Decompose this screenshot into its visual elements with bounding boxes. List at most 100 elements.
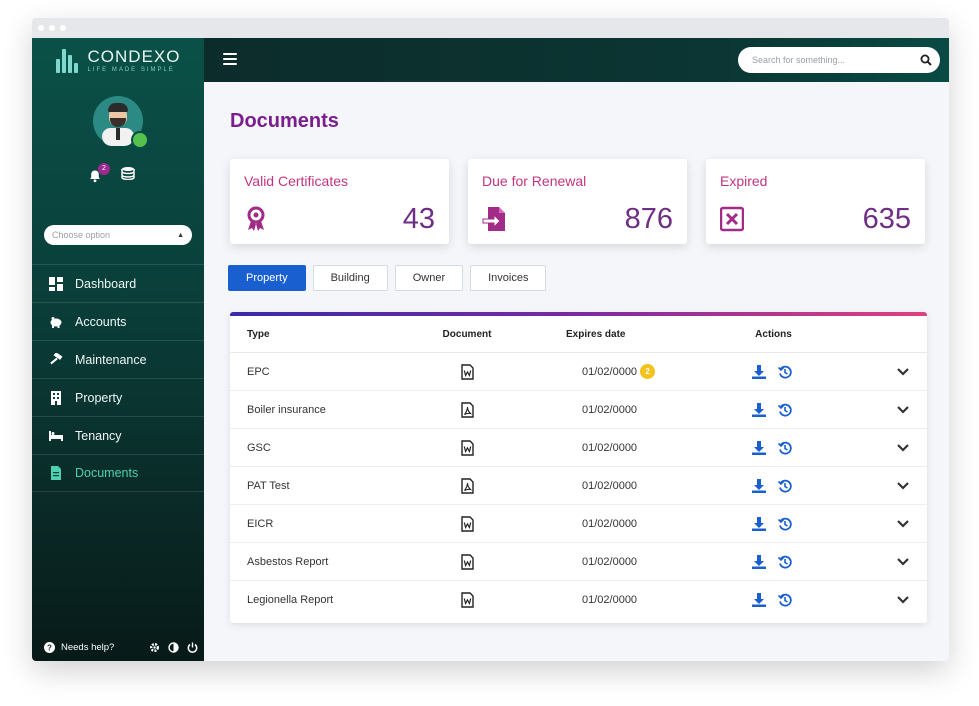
row-type: Asbestos Report — [247, 555, 329, 568]
sidebar-nav: Dashboard Accounts Maintenance Property … — [32, 264, 204, 492]
table-row[interactable]: EPC 01/02/0000 2 — [230, 353, 927, 391]
document-tabs: Property Building Owner Invoices — [228, 265, 547, 291]
table-row[interactable]: Legionella Report 01/02/0000 — [230, 581, 927, 619]
history-icon[interactable] — [778, 441, 792, 455]
history-icon[interactable] — [778, 365, 792, 379]
dashboard-icon — [49, 276, 63, 291]
chevron-down-icon[interactable] — [897, 519, 909, 528]
download-icon[interactable] — [752, 440, 766, 455]
download-icon[interactable] — [752, 516, 766, 531]
stat-card-expired[interactable]: Expired 635 — [706, 159, 925, 244]
topbar: Search for something... — [204, 38, 949, 82]
row-type: GSC — [247, 441, 271, 454]
word-file-icon[interactable] — [422, 592, 512, 608]
stat-card-value: 876 — [624, 203, 673, 235]
hammer-icon — [50, 352, 63, 364]
stat-card-valid-certificates[interactable]: Valid Certificates 43 — [230, 159, 449, 244]
tab-owner[interactable]: Owner — [394, 265, 464, 291]
header-expires-date: Expires date — [566, 328, 626, 340]
expires-date-text: 01/02/0000 — [582, 441, 638, 454]
download-icon[interactable] — [752, 402, 766, 417]
history-icon[interactable] — [778, 403, 792, 417]
sidebar-item-dashboard[interactable]: Dashboard — [32, 264, 204, 302]
hamburger-menu-icon[interactable] — [223, 53, 237, 65]
history-icon[interactable] — [778, 479, 792, 493]
notification-bell-icon[interactable]: 2 — [88, 162, 110, 183]
row-actions — [682, 478, 837, 493]
tab-building[interactable]: Building — [312, 265, 388, 291]
chevron-down-icon[interactable] — [897, 405, 909, 414]
sidebar-quick-icons: 2 — [88, 162, 136, 185]
window-dot — [49, 25, 55, 31]
chevron-down-icon[interactable] — [897, 367, 909, 376]
sidebar-item-property[interactable]: Property — [32, 378, 204, 416]
sidebar-item-tenancy[interactable]: Tenancy — [32, 416, 204, 454]
avatar[interactable] — [93, 96, 149, 149]
header-document: Document — [442, 328, 492, 340]
word-file-icon[interactable] — [422, 439, 512, 456]
power-icon[interactable] — [187, 642, 198, 653]
sidebar-item-label: Accounts — [75, 314, 127, 329]
logo-mark-icon — [55, 47, 82, 73]
word-file-icon[interactable] — [422, 553, 512, 570]
tab-invoices[interactable]: Invoices — [470, 265, 547, 291]
logo[interactable]: CONDEXO LIFE MADE SIMPLE — [32, 38, 204, 82]
brand-tagline: LIFE MADE SIMPLE — [87, 67, 175, 73]
chevron-down-icon[interactable] — [897, 443, 909, 452]
document-icon — [51, 466, 61, 480]
table-header: Type Document Expires date Actions — [230, 316, 927, 353]
history-icon[interactable] — [778, 593, 792, 607]
table-row[interactable]: PAT Test 01/02/0000 — [230, 467, 927, 505]
sidebar-item-label: Dashboard — [75, 276, 137, 291]
expires-date-text: 01/02/0000 — [582, 479, 638, 492]
gear-icon[interactable] — [149, 642, 160, 653]
row-type: Legionella Report — [247, 594, 334, 606]
tab-property[interactable]: Property — [228, 265, 306, 291]
download-icon[interactable] — [752, 554, 766, 569]
choose-option-select[interactable]: Choose option ▲ — [44, 225, 192, 245]
app: CONDEXO LIFE MADE SIMPLE 2 Choose option… — [32, 38, 949, 661]
brand-name: CONDEXO — [87, 47, 181, 66]
table-row[interactable]: EICR 01/02/0000 — [230, 505, 927, 543]
stat-card-due-for-renewal[interactable]: Due for Renewal 876 — [468, 159, 687, 244]
search-input[interactable]: Search for something... — [738, 47, 940, 73]
chevron-down-icon[interactable] — [897, 481, 909, 490]
history-icon[interactable] — [778, 517, 792, 531]
pdf-file-icon[interactable] — [422, 401, 512, 418]
online-status-indicator — [131, 131, 149, 149]
chevron-down-icon[interactable] — [897, 596, 909, 604]
table-row[interactable]: GSC 01/02/0000 — [230, 429, 927, 467]
row-type: PAT Test — [247, 479, 290, 492]
expires-date-text: 01/02/0000 — [582, 555, 638, 568]
expires-date-text: 01/02/0000 — [582, 365, 638, 378]
download-icon[interactable] — [752, 364, 766, 379]
coins-icon[interactable] — [120, 166, 136, 185]
window-dot — [38, 25, 44, 31]
chevron-down-icon[interactable] — [897, 557, 909, 566]
notification-count-badge: 2 — [98, 162, 110, 175]
help-link[interactable]: ? Needs help? — [44, 642, 114, 653]
download-icon[interactable] — [752, 478, 766, 493]
table-row[interactable]: Asbestos Report 01/02/0000 — [230, 543, 927, 581]
table-row[interactable]: Boiler insurance 01/02/0000 — [230, 391, 927, 429]
contrast-icon[interactable] — [168, 642, 179, 653]
expired-x-icon — [720, 206, 744, 232]
history-icon[interactable] — [778, 555, 792, 569]
word-file-icon[interactable] — [422, 363, 512, 380]
word-file-icon[interactable] — [422, 515, 512, 532]
sidebar-item-accounts[interactable]: Accounts — [32, 302, 204, 340]
sidebar-item-maintenance[interactable]: Maintenance — [32, 340, 204, 378]
documents-table: Type Document Expires date Actions EPC 0… — [230, 312, 927, 623]
download-icon[interactable] — [752, 593, 766, 607]
table-body: EPC 01/02/0000 2 Boiler insurance 01/02/0… — [230, 353, 927, 619]
search-icon[interactable] — [920, 54, 932, 66]
sidebar-item-label: Maintenance — [75, 352, 147, 367]
pdf-file-icon[interactable] — [422, 477, 512, 494]
sidebar-item-documents[interactable]: Documents — [32, 454, 204, 492]
select-caret-icon: ▲ — [177, 231, 184, 239]
row-actions — [682, 554, 837, 569]
sidebar-footer: ? Needs help? — [44, 642, 198, 653]
stat-card-label: Expired — [720, 173, 768, 189]
building-icon — [51, 390, 61, 405]
stat-card-value: 635 — [862, 203, 911, 235]
